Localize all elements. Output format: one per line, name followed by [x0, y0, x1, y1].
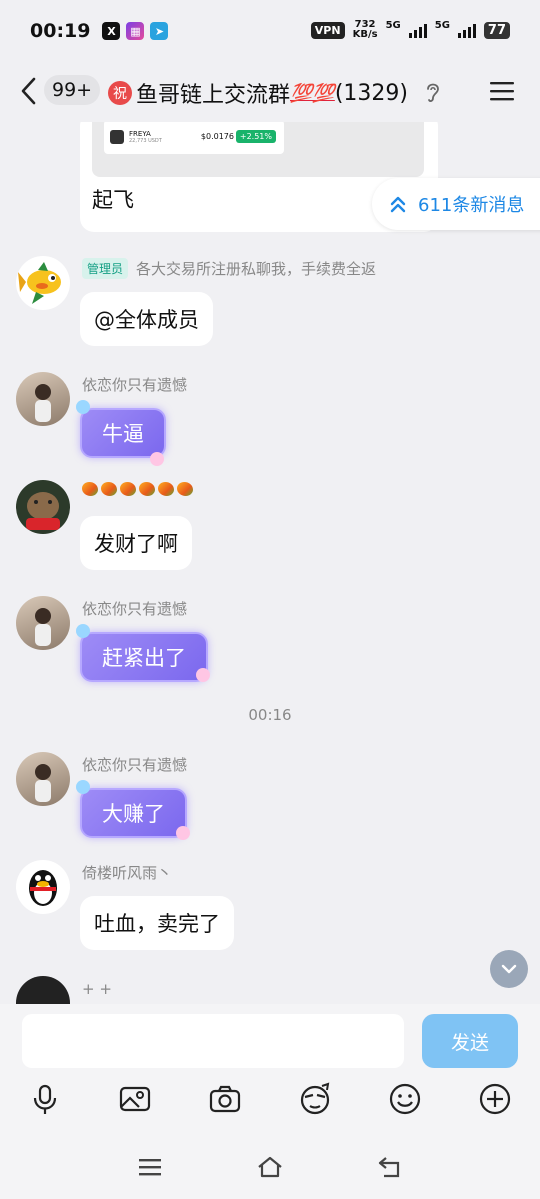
input-toolbar: [0, 1082, 540, 1122]
token-change: +2.51%: [235, 130, 276, 143]
sparkle-decoration: [176, 826, 190, 840]
sparkle-decoration: [76, 400, 90, 414]
group-title[interactable]: 祝 鱼哥链上交流群 💯💯 (1329): [108, 77, 408, 109]
network-type-2: 5G: [434, 20, 450, 31]
menu-icon[interactable]: [488, 80, 516, 102]
chevron-down-icon: [501, 964, 517, 974]
sender-name: 依恋你只有遗憾: [82, 600, 188, 618]
double-chevron-up-icon: [390, 196, 406, 213]
avatar[interactable]: [16, 596, 70, 650]
mango-icon: [139, 482, 155, 496]
penguin-avatar-icon: [29, 870, 57, 906]
avatar[interactable]: [16, 752, 70, 806]
mango-icon: [120, 482, 136, 496]
sender-name: 依恋你只有遗憾: [82, 756, 188, 774]
capybara-avatar-icon: [26, 492, 60, 530]
signal-icon: [408, 22, 427, 38]
sender-name: [82, 482, 196, 496]
member-count: (1329): [334, 80, 408, 106]
back-nav-icon[interactable]: [376, 1154, 404, 1180]
image-icon[interactable]: [118, 1082, 152, 1116]
emoji-icon[interactable]: [388, 1082, 422, 1116]
admin-badge: 管理员: [82, 258, 129, 279]
sparkle-decoration: [196, 668, 210, 682]
app-notification-icon: ▦: [126, 22, 145, 40]
plus-icon[interactable]: [478, 1082, 512, 1116]
token-logo-icon: [110, 130, 124, 144]
send-button[interactable]: 发送: [422, 1014, 518, 1068]
x-app-icon: X: [102, 22, 121, 40]
vpn-badge: VPN: [310, 21, 345, 39]
message-bubble[interactable]: 吐血，卖完了: [80, 896, 234, 950]
avatar[interactable]: [16, 372, 70, 426]
mango-icon: [158, 482, 174, 496]
sender-name: 管理员 各大交易所注册私聊我，手续费全返: [82, 258, 376, 279]
new-messages-button[interactable]: 611条新消息: [372, 178, 540, 230]
avatar[interactable]: [16, 976, 70, 1004]
back-arrow-icon[interactable]: [18, 76, 40, 106]
unread-count-badge[interactable]: 99+: [44, 75, 101, 105]
sender-name: + +: [82, 980, 112, 998]
scroll-to-bottom-button[interactable]: [490, 950, 528, 988]
network-type-1: 5G: [385, 20, 401, 31]
token-name: FREYA: [129, 130, 151, 138]
person-avatar-icon: [35, 384, 51, 422]
status-bar: 00:19 X ▦ ➤ VPN 732 KB/s 5G 5G 77: [0, 0, 540, 62]
status-time: 00:19: [30, 20, 91, 42]
message-input[interactable]: [22, 1014, 404, 1068]
message-bubble[interactable]: @全体成员: [80, 292, 213, 346]
sticker-message[interactable]: 大赚了: [80, 788, 187, 838]
token-volume: 22,773 USDT: [129, 138, 162, 144]
recent-apps-icon[interactable]: [136, 1154, 164, 1180]
chat-messages[interactable]: FREYA 22,773 USDT $0.0176 +2.51% 起飞 611条…: [0, 122, 540, 1004]
token-row: FREYA 22,773 USDT $0.0176 +2.51%: [104, 122, 284, 154]
sender-name: 倚楼听风雨丶: [82, 864, 173, 882]
network-speed: 732 KB/s: [352, 19, 378, 40]
battery-indicator: 77: [483, 21, 510, 39]
message-timestamp: 00:16: [248, 706, 292, 724]
sender-name: 依恋你只有遗憾: [82, 376, 188, 394]
avatar[interactable]: [16, 480, 70, 534]
person-avatar-icon: [35, 764, 51, 802]
mango-icon: [82, 482, 98, 496]
sparkle-decoration: [76, 780, 90, 794]
token-price: $0.0176: [200, 132, 234, 141]
sparkle-decoration: [150, 452, 164, 466]
signal-icon: [457, 22, 476, 38]
person-avatar-icon: [35, 608, 51, 646]
status-right: VPN 732 KB/s 5G 5G 77: [310, 19, 510, 40]
sparkle-decoration: [76, 624, 90, 638]
mango-icon: [177, 482, 193, 496]
mango-icon: [101, 482, 117, 496]
group-name: 鱼哥链上交流群: [136, 83, 291, 108]
input-bar: 发送: [0, 1004, 540, 1134]
system-nav-bar: [0, 1134, 540, 1199]
ear-icon[interactable]: [424, 80, 442, 104]
new-messages-label: 611条新消息: [418, 195, 525, 216]
fish-avatar-icon: [18, 262, 61, 304]
telegram-icon: ➤: [150, 22, 169, 40]
card-caption: 起飞: [92, 188, 134, 212]
sticker-icon[interactable]: [298, 1082, 332, 1116]
avatar[interactable]: [16, 256, 70, 310]
sticker-message[interactable]: 牛逼: [80, 408, 166, 458]
microphone-icon[interactable]: [28, 1082, 62, 1116]
hundred-emoji: 💯💯: [290, 82, 335, 104]
home-icon[interactable]: [256, 1154, 284, 1180]
card-preview: FREYA 22,773 USDT $0.0176 +2.51%: [92, 122, 424, 177]
avatar[interactable]: [16, 860, 70, 914]
camera-icon[interactable]: [208, 1082, 242, 1116]
chat-header: 99+ 祝 鱼哥链上交流群 💯💯 (1329): [0, 62, 540, 122]
celebrate-icon: 祝: [108, 81, 132, 105]
sticker-message[interactable]: 赶紧出了: [80, 632, 208, 682]
message-bubble[interactable]: 发财了啊: [80, 516, 192, 570]
